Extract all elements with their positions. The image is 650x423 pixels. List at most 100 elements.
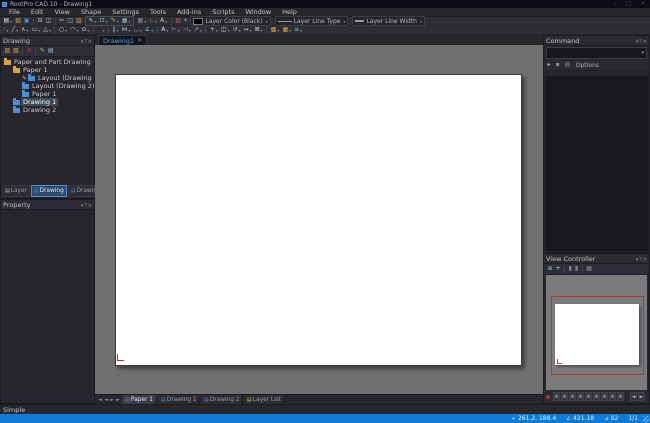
sheet-tab-drawing-1[interactable]: ▤ Drawing 1	[157, 395, 201, 404]
ellipse-button[interactable]: ⊙ ▾	[80, 26, 90, 34]
dimension-vertical-button[interactable]: ⊣ ▾	[182, 26, 192, 34]
tab-drawing[interactable]: ▤ Drawing	[30, 185, 67, 197]
panel-close-button[interactable]: ×	[643, 257, 647, 263]
zoom-preset-6-button[interactable]: ⊕	[593, 392, 600, 401]
last-sheet-arrow[interactable]: ►	[115, 397, 121, 403]
dimension-linear-button[interactable]: ⊢ ▾	[170, 26, 180, 34]
ortho-toggle-button[interactable]: ∟ ▾	[148, 17, 158, 25]
next-view-button[interactable]: ►	[638, 392, 645, 401]
chevron-down-icon[interactable]: ▾	[300, 28, 302, 33]
text-button[interactable]: A ▾	[160, 26, 169, 34]
save-file-button[interactable]: ▣	[23, 17, 31, 25]
layer-line-type-dropdown[interactable]: Layer Line Type ▾	[274, 16, 349, 26]
erase-button[interactable]: ⊠ ▾	[254, 26, 264, 34]
menu-edit[interactable]: Edit	[26, 8, 49, 17]
tree-item-layout-drawing-1-[interactable]: ✎ Layout (Drawing 1)	[1, 74, 94, 82]
edit-drawing-button[interactable]: ✎	[39, 47, 46, 55]
chevron-down-icon[interactable]: ▾	[6, 28, 8, 33]
drawing-canvas[interactable]	[95, 45, 543, 394]
chevron-down-icon[interactable]: ▾	[102, 28, 104, 33]
tree-item-paper-1[interactable]: Paper 1	[1, 66, 94, 74]
zoom-preset-7-button[interactable]: ⊕	[601, 392, 608, 401]
menu-view[interactable]: View	[49, 8, 74, 17]
chevron-down-icon[interactable]: ▾	[10, 19, 12, 24]
tree-item-layout-drawing-2-[interactable]: Layout (Drawing 2)	[1, 82, 94, 90]
polygon-button[interactable]: △ ▾	[42, 26, 52, 34]
delete-drawing-button[interactable]: ✕	[26, 47, 33, 55]
chevron-down-icon[interactable]: ▾	[16, 28, 18, 33]
grid-toggle-button[interactable]: ▦ ▾	[136, 17, 147, 25]
tree-item-drawing-2[interactable]: Drawing 2	[1, 106, 94, 114]
block-button[interactable]: ▦ ▾	[281, 26, 292, 34]
rectangle-button[interactable]: ▭ ▾	[31, 26, 42, 34]
layer-line-width-dropdown[interactable]: Layer Line Width ▾	[352, 16, 425, 26]
circle-button[interactable]: ○ ▾	[58, 26, 68, 34]
cut-button[interactable]: ✂	[58, 17, 65, 25]
pan-button[interactable]: +	[555, 265, 562, 273]
command-list-button[interactable]: ▤	[564, 61, 572, 69]
chevron-down-icon[interactable]: ▾	[144, 19, 146, 24]
chevron-down-icon[interactable]: ▾	[166, 28, 168, 33]
chevron-down-icon[interactable]: ▾	[155, 19, 157, 24]
chamfer-button[interactable]: ∠ ▾	[144, 26, 154, 34]
more-tools-button[interactable]: ▾	[183, 17, 188, 25]
zoom-preset-2-button[interactable]: ⊕	[561, 392, 568, 401]
drawing-page[interactable]	[115, 74, 522, 366]
minimize-button[interactable]: –	[610, 0, 620, 8]
chevron-down-icon[interactable]: ▾	[178, 28, 180, 33]
mirror-button[interactable]: ⋈ ▾	[121, 26, 132, 34]
zoom-preset-4-button[interactable]: ⊕	[577, 392, 584, 401]
zoom-window-button[interactable]: ▮	[568, 265, 573, 273]
command-input[interactable]: ▾	[546, 47, 647, 59]
zoom-page-button[interactable]: ▮	[574, 265, 579, 273]
rotate-button[interactable]: ↺ ▾	[232, 26, 242, 34]
resize-grip[interactable]	[643, 416, 649, 422]
menu-tools[interactable]: Tools	[145, 8, 171, 17]
chevron-down-icon[interactable]: ▾	[239, 28, 241, 33]
chevron-down-icon[interactable]: ▾	[228, 28, 230, 33]
prev-view-button[interactable]: ◄	[630, 392, 637, 401]
maximize-button[interactable]: □	[624, 0, 634, 8]
chevron-down-icon[interactable]: ▾	[189, 28, 191, 33]
polyline-button[interactable]: ∧ ▾	[20, 26, 29, 34]
chevron-down-icon[interactable]: ▾	[140, 28, 142, 33]
command-repeat-button[interactable]: ▸	[547, 61, 552, 69]
tree-item-drawing-1[interactable]: Drawing 1	[1, 98, 94, 106]
measure-button[interactable]: ≡ ▾	[293, 26, 303, 34]
chevron-down-icon[interactable]: ▾	[250, 28, 252, 33]
chevron-down-icon[interactable]: ▾	[128, 19, 130, 24]
copy-button[interactable]: ◫	[66, 17, 74, 25]
chevron-down-icon[interactable]: ▾	[87, 28, 89, 33]
line-button[interactable]: ╱ ▾	[10, 26, 19, 34]
drawing-properties-button[interactable]: ▤	[47, 47, 55, 55]
close-button[interactable]: ×	[638, 0, 648, 8]
zoom-preset-8-button[interactable]: ⊕	[609, 392, 616, 401]
print-button[interactable]: ⊟	[37, 17, 44, 25]
chevron-down-icon[interactable]: ▾	[151, 28, 153, 33]
viewport-rectangle[interactable]	[551, 296, 644, 375]
format-paint-button[interactable]: ▨	[174, 17, 182, 25]
document-tab-drawing1[interactable]: Drawing1 ×	[98, 35, 148, 45]
chevron-down-icon[interactable]: ▾	[165, 19, 167, 24]
grid-view-button[interactable]: ▦	[585, 265, 593, 273]
chevron-down-icon[interactable]: ▾	[289, 28, 291, 33]
zoom-preset-3-button[interactable]: ⊕	[569, 392, 576, 401]
chevron-down-icon[interactable]: ▾	[129, 28, 131, 33]
close-icon[interactable]: ×	[137, 37, 142, 44]
move-button[interactable]: + ▾	[209, 26, 219, 34]
zoom-preset-5-button[interactable]: ⊕	[585, 392, 592, 401]
chevron-down-icon[interactable]: ▾	[38, 28, 40, 33]
sheet-tab-drawing-2[interactable]: ▤ Drawing 2	[200, 395, 245, 404]
command-back-button[interactable]: ▪	[555, 61, 561, 69]
tree-item-paper-1[interactable]: Paper 1	[1, 90, 94, 98]
copy-shape-button[interactable]: ◫ ▾	[220, 26, 231, 34]
chevron-down-icon[interactable]: ▾	[117, 19, 119, 24]
print-preview-button[interactable]: ◫	[45, 17, 53, 25]
add-drawing-button[interactable]: ▧	[12, 47, 20, 55]
group-button[interactable]: ▩ ▾	[270, 26, 281, 34]
tab-layer[interactable]: ▤ Layer	[2, 185, 30, 197]
chevron-down-icon[interactable]: ▾	[95, 19, 97, 24]
select-filter-button[interactable]: ⊡ ▾	[99, 17, 109, 25]
add-paper-button[interactable]: ▧	[4, 47, 12, 55]
menu-file[interactable]: File	[4, 8, 25, 17]
